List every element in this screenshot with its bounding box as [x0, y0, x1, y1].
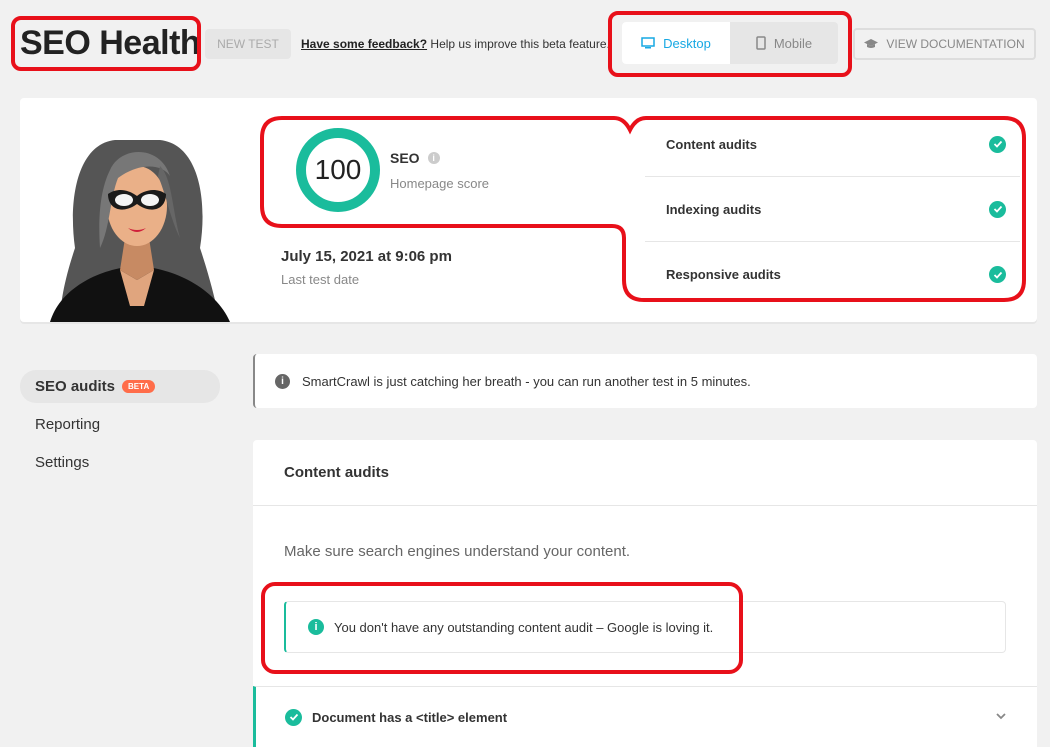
- audit-label: Content audits: [666, 136, 757, 152]
- device-toggle: Desktop Mobile: [622, 22, 838, 64]
- panel-description: Make sure search engines understand your…: [284, 543, 631, 560]
- audit-item-label: Document has a <title> element: [312, 709, 508, 725]
- audit-summary-content[interactable]: Content audits: [645, 112, 1020, 177]
- chevron-down-icon[interactable]: [995, 710, 1007, 722]
- feedback-text: Have some feedback? Help us improve this…: [301, 37, 610, 51]
- desktop-tab-label: Desktop: [663, 35, 711, 51]
- info-icon: i: [275, 373, 290, 389]
- sidebar-item-settings[interactable]: Settings: [20, 446, 220, 479]
- audit-summary-responsive[interactable]: Responsive audits: [645, 242, 1020, 307]
- sidebar-nav: SEO audits BETA Reporting Settings: [20, 370, 220, 484]
- view-documentation-button[interactable]: VIEW DOCUMENTATION: [853, 28, 1036, 60]
- audit-summary-list: Content audits Indexing audits Responsiv…: [645, 112, 1020, 307]
- check-circle-icon: [989, 200, 1006, 218]
- panel-title: Content audits: [253, 440, 1037, 506]
- sidebar-item-label: Settings: [35, 454, 90, 471]
- new-test-button[interactable]: NEW TEST: [205, 29, 291, 59]
- score-label: SEO i: [390, 150, 440, 166]
- mascot-image: [50, 140, 230, 322]
- score-subtitle: Homepage score: [390, 176, 489, 191]
- audit-summary-indexing[interactable]: Indexing audits: [645, 177, 1020, 242]
- success-notice: i You don't have any outstanding content…: [284, 601, 1006, 653]
- docs-label: VIEW DOCUMENTATION: [886, 37, 1025, 51]
- cooldown-notice: i SmartCrawl is just catching her breath…: [253, 354, 1037, 408]
- audit-label: Indexing audits: [666, 201, 762, 217]
- last-test-date: July 15, 2021 at 9:06 pm: [281, 248, 452, 265]
- score-ring: 100: [296, 128, 380, 212]
- mobile-icon: [756, 36, 766, 50]
- sidebar-item-label: Reporting: [35, 416, 101, 433]
- score-label-text: SEO: [390, 150, 420, 166]
- sidebar-item-label: SEO audits: [35, 378, 116, 395]
- info-icon[interactable]: i: [427, 152, 440, 164]
- success-text: You don't have any outstanding content a…: [334, 619, 714, 635]
- mobile-tab-label: Mobile: [773, 35, 813, 51]
- sidebar-item-reporting[interactable]: Reporting: [20, 408, 220, 441]
- sidebar-item-seo-audits[interactable]: SEO audits BETA: [20, 370, 220, 403]
- last-test-date-label: Last test date: [281, 272, 360, 287]
- mobile-tab[interactable]: Mobile: [730, 22, 838, 64]
- check-circle-icon: [989, 135, 1006, 153]
- check-circle-icon: [989, 266, 1006, 283]
- feedback-sub: Help us improve this beta feature.: [427, 37, 610, 51]
- audit-item-title-element[interactable]: Document has a <title> element: [253, 686, 1037, 747]
- beta-badge: BETA: [122, 380, 156, 393]
- info-icon: i: [308, 619, 324, 635]
- notice-text: SmartCrawl is just catching her breath -…: [302, 373, 751, 389]
- page-title: SEO Health: [20, 24, 201, 62]
- desktop-tab[interactable]: Desktop: [622, 22, 730, 64]
- desktop-icon: [641, 37, 655, 49]
- audit-label: Responsive audits: [666, 267, 781, 282]
- graduation-cap-icon: [864, 39, 879, 48]
- check-circle-icon: [285, 708, 302, 726]
- feedback-link[interactable]: Have some feedback?: [301, 37, 427, 51]
